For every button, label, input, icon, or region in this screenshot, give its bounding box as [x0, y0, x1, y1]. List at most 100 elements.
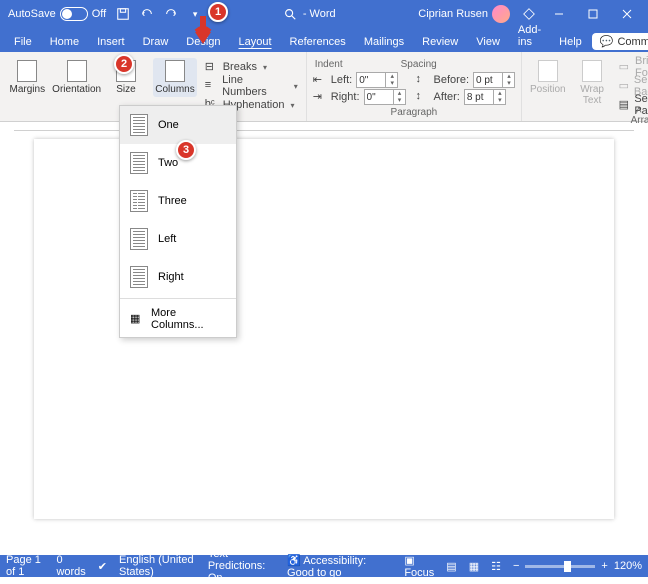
position-icon: [538, 60, 558, 82]
status-page[interactable]: Page 1 of 1: [6, 554, 44, 578]
down-icon[interactable]: ▾: [386, 80, 398, 87]
two-column-icon: [130, 152, 148, 174]
line-numbers-icon: ≡: [205, 79, 218, 93]
spacing-after-input[interactable]: ▴▾: [464, 89, 506, 105]
maximize-button[interactable]: [576, 0, 610, 28]
chevron-down-icon: ▾: [263, 63, 267, 72]
tab-references[interactable]: References: [282, 32, 354, 52]
down-icon[interactable]: ▾: [503, 80, 515, 87]
columns-more[interactable]: ▦More Columns...: [120, 301, 236, 337]
status-words[interactable]: 0 words: [56, 554, 85, 578]
toggle-off-icon: [60, 7, 88, 21]
zoom-track[interactable]: [525, 565, 595, 568]
tab-home[interactable]: Home: [42, 32, 87, 52]
close-icon: [622, 9, 632, 19]
save-button[interactable]: [112, 3, 134, 25]
chevron-up-icon: ˄: [636, 105, 642, 117]
down-icon[interactable]: ▾: [494, 97, 506, 104]
tab-layout[interactable]: Layout: [231, 32, 280, 52]
wrap-text-icon: [582, 60, 602, 82]
tab-file[interactable]: File: [6, 32, 40, 52]
indent-right-icon: ⇥: [313, 90, 327, 104]
columns-button[interactable]: Columns: [153, 58, 196, 97]
group-label-paragraph: Paragraph: [391, 106, 438, 119]
orientation-button[interactable]: Orientation: [55, 58, 99, 97]
selection-pane-button[interactable]: ▤Selection Pane: [617, 96, 648, 114]
tab-review[interactable]: Review: [414, 32, 466, 52]
spacing-label: Spacing: [399, 58, 437, 72]
ribbon-collapse-button[interactable]: ˄: [636, 105, 642, 117]
window-title: - Word: [208, 7, 410, 21]
tab-view[interactable]: View: [468, 32, 508, 52]
zoom-thumb[interactable]: [564, 561, 571, 572]
group-paragraph: Indent Spacing ⇤Left:▴▾ ⇥Right:▴▾ ↕Befor…: [307, 52, 522, 121]
columns-three[interactable]: Three: [120, 182, 236, 220]
callout-1: 1: [208, 2, 228, 22]
undo-button[interactable]: [136, 3, 158, 25]
zoom-slider[interactable]: − + 120%: [513, 560, 642, 572]
autosave-label: AutoSave: [8, 8, 56, 20]
up-icon[interactable]: ▴: [394, 90, 406, 97]
indent-left-input[interactable]: ▴▾: [356, 72, 398, 88]
up-icon[interactable]: ▴: [494, 90, 506, 97]
left-column-icon: [130, 228, 148, 250]
zoom-out-button[interactable]: −: [513, 560, 519, 572]
maximize-icon: [588, 9, 598, 19]
autosave-toggle[interactable]: AutoSave Off: [4, 7, 110, 21]
web-layout-button[interactable]: ☷: [491, 560, 501, 573]
undo-icon: [140, 7, 154, 21]
tab-addins[interactable]: Add-ins: [510, 20, 549, 52]
account-button[interactable]: Ciprian Rusen: [412, 5, 516, 23]
title-bar: AutoSave Off ▾ - Word Ciprian Rusen: [0, 0, 648, 28]
close-button[interactable]: [610, 0, 644, 28]
selection-pane-icon: ▤: [619, 98, 631, 112]
wrap-text-button: Wrap Text: [574, 58, 611, 108]
minimize-icon: [554, 9, 564, 19]
zoom-level[interactable]: 120%: [614, 560, 642, 572]
redo-button[interactable]: [160, 3, 182, 25]
down-icon[interactable]: ▾: [394, 97, 406, 104]
focus-button[interactable]: ▣ Focus: [404, 554, 434, 579]
columns-left[interactable]: Left: [120, 220, 236, 258]
margins-button[interactable]: Margins: [6, 58, 49, 97]
tab-mailings[interactable]: Mailings: [356, 32, 412, 52]
columns-right[interactable]: Right: [120, 258, 236, 296]
status-language[interactable]: English (United States): [119, 554, 196, 578]
up-icon[interactable]: ▴: [386, 73, 398, 80]
columns-one[interactable]: One: [120, 106, 236, 144]
indent-label: Indent: [313, 58, 343, 72]
group-arrange: Position Wrap Text ▭Bring Forward ▭Send …: [522, 52, 648, 121]
search-icon[interactable]: [283, 7, 297, 21]
one-column-icon: [130, 114, 148, 136]
spellcheck-icon[interactable]: ✔: [98, 560, 107, 573]
columns-menu: One Two Three Left Right ▦More Columns..…: [119, 105, 237, 338]
bring-forward-icon: ▭: [619, 60, 631, 74]
more-columns-icon: ▦: [130, 312, 143, 326]
comments-button[interactable]: 💬 Comments: [592, 33, 648, 50]
callout-arrow-icon: [192, 16, 214, 44]
spacing-before-input[interactable]: ▴▾: [473, 72, 515, 88]
tab-help[interactable]: Help: [551, 32, 590, 52]
columns-icon: [165, 60, 185, 82]
callout-3: 3: [176, 140, 196, 160]
callout-2: 2: [114, 54, 134, 74]
zoom-in-button[interactable]: +: [601, 560, 607, 572]
chevron-down-icon: ▾: [294, 82, 298, 91]
three-column-icon: [130, 190, 148, 212]
chevron-down-icon: ▾: [291, 101, 295, 110]
spacing-after-icon: ↕: [416, 90, 430, 104]
indent-left-icon: ⇤: [313, 73, 327, 87]
status-predictions[interactable]: Text Predictions: On: [208, 548, 275, 584]
print-layout-button[interactable]: ▦: [469, 560, 479, 573]
line-numbers-button[interactable]: ≡Line Numbers▾: [203, 77, 300, 95]
indent-right-input[interactable]: ▴▾: [364, 89, 406, 105]
tab-insert[interactable]: Insert: [89, 32, 133, 52]
ribbon-tabs: File Home Insert Draw Design Layout Refe…: [0, 28, 648, 52]
read-mode-button[interactable]: ▤: [446, 560, 456, 573]
tab-draw[interactable]: Draw: [135, 32, 177, 52]
menu-separator: [120, 298, 236, 299]
status-accessibility[interactable]: ♿ Accessibility: Good to go: [287, 554, 380, 579]
up-icon[interactable]: ▴: [503, 73, 515, 80]
save-icon: [116, 7, 130, 21]
document-area[interactable]: [14, 130, 634, 532]
